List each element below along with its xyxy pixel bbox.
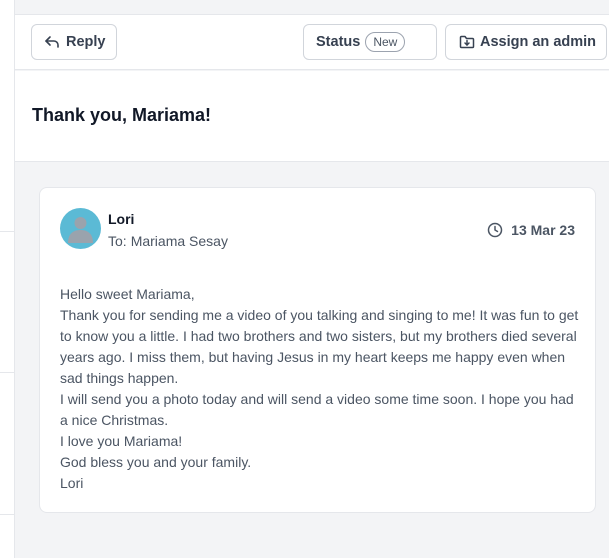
message-line: I will send you a photo today and will s… [60,391,574,428]
message-date: 13 Mar 23 [487,222,575,238]
assign-admin-button[interactable]: Assign an admin [445,24,607,60]
user-silhouette-icon [68,217,93,243]
assign-admin-label: Assign an admin [480,34,597,50]
conversation-panel: Reply Status New Assign an admin Thank y… [15,0,609,558]
message-line: God bless you and your family. [60,454,252,470]
avatar [60,208,101,249]
sender-name: Lori [108,211,135,227]
reply-button[interactable]: Reply [31,24,117,60]
list-divider [0,372,14,373]
recipient-line: To: Mariama Sesay [108,233,228,249]
message-line: Thank you for sending me a video of you … [60,307,579,386]
conversation-toolbar: Reply Status New Assign an admin [15,15,609,70]
list-divider [0,514,14,515]
reply-label: Reply [66,34,106,50]
status-badge: New [365,32,406,52]
reply-arrow-icon [45,36,59,48]
left-panel-edge [0,0,15,558]
to-label: To: [108,233,127,249]
message-line: I love you Mariama! [60,433,183,449]
date-text: 13 Mar 23 [511,222,575,238]
message-card: Lori To: Mariama Sesay 13 Mar 23 Hello sw… [39,187,596,513]
status-label: Status [316,34,361,50]
conversation-title: Thank you, Mariama! [32,105,212,125]
message-line: Lori [60,475,84,491]
message-body: Hello sweet Mariama, Thank you for sendi… [60,284,580,494]
clock-icon [487,222,503,238]
download-folder-icon [459,35,475,49]
list-divider [0,231,14,232]
recipient-name: Mariama Sesay [130,233,228,249]
conversation-header: Thank you, Mariama! [15,71,609,162]
status-dropdown[interactable]: Status New [303,24,437,60]
message-line: Hello sweet Mariama, [60,286,195,302]
